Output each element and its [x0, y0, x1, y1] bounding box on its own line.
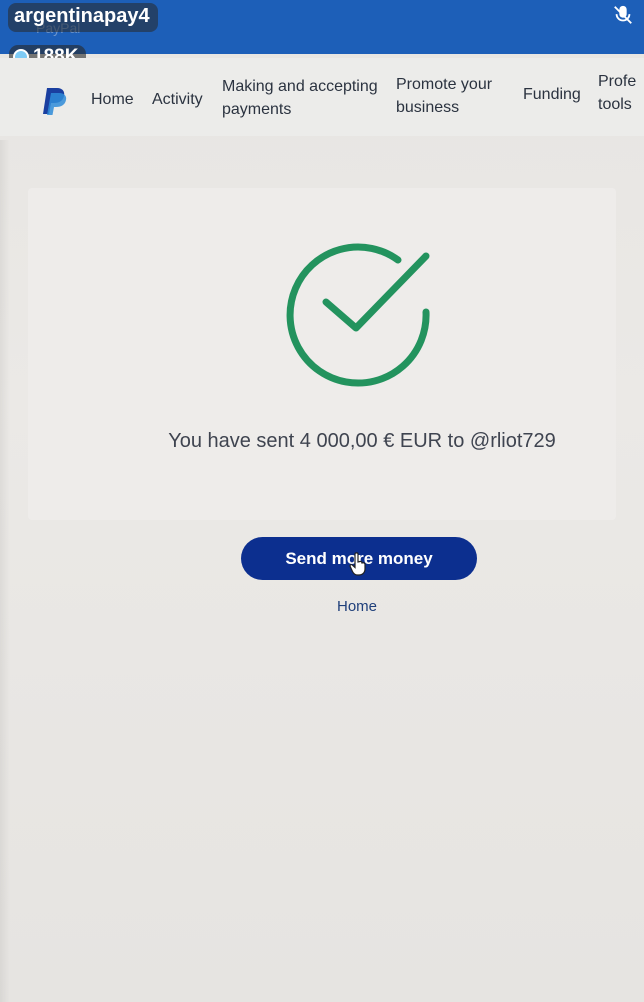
home-link[interactable]: Home [337, 598, 377, 615]
nav-pro-tools[interactable]: Profe tools [598, 70, 644, 116]
stream-username: argentinapay4 [8, 3, 158, 32]
top-navigation: Home Activity Making and accepting payme… [0, 58, 644, 136]
screen-edge-shadow [0, 140, 10, 1002]
nav-funding[interactable]: Funding [523, 83, 581, 106]
mic-off-icon[interactable] [612, 4, 634, 26]
paypal-logo-icon[interactable] [42, 86, 68, 116]
screen: PayPal argentinapay4 188K Home Activity … [0, 0, 644, 1002]
confirmation-message: You have sent 4 000,00 € EUR to @rliot72… [168, 430, 556, 452]
nav-promote-business[interactable]: Promote your business [396, 73, 506, 119]
nav-activity[interactable]: Activity [152, 88, 203, 111]
hand-cursor-icon [349, 552, 366, 576]
nav-making-payments[interactable]: Making and accepting payments [222, 75, 382, 121]
nav-home[interactable]: Home [91, 88, 134, 111]
check-circle-icon [286, 243, 430, 387]
